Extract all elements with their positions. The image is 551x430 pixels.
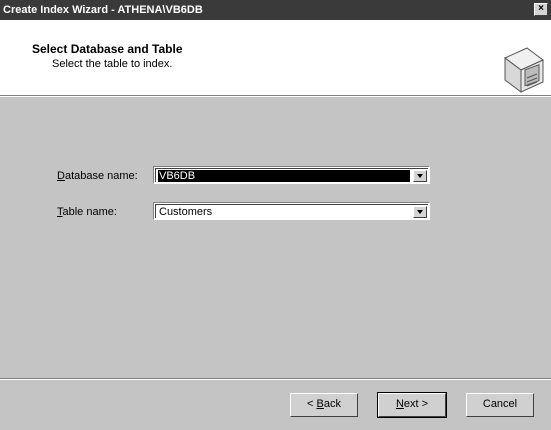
database-name-field[interactable]: VB6DB [155, 168, 428, 182]
chevron-down-icon[interactable] [413, 170, 427, 182]
chevron-down-icon[interactable] [413, 206, 427, 218]
wizard-header: Select Database and Table Select the tab… [0, 20, 551, 96]
wizard-window: Create Index Wizard - ATHENA\VB6DB × Sel… [0, 0, 551, 430]
table-name-label: Table name: [57, 206, 117, 218]
close-icon: × [538, 3, 544, 14]
footer-divider [0, 378, 551, 380]
database-name-value: VB6DB [158, 170, 410, 182]
table-name-value: Customers [159, 206, 213, 218]
back-button[interactable]: < Back [290, 393, 358, 417]
next-button[interactable]: Next > [377, 392, 447, 418]
database-name-label: Database name: [57, 170, 138, 182]
title-bar[interactable]: Create Index Wizard - ATHENA\VB6DB × [0, 0, 551, 20]
table-name-field[interactable]: Customers [155, 204, 428, 218]
step-title: Select Database and Table [32, 42, 183, 56]
window-title: Create Index Wizard - ATHENA\VB6DB [3, 4, 203, 16]
wizard-disk-icon [504, 47, 544, 93]
header-divider [0, 96, 551, 97]
cancel-button[interactable]: Cancel [466, 393, 534, 417]
table-name-combo[interactable]: Customers [153, 202, 430, 220]
step-subtitle: Select the table to index. [52, 58, 173, 70]
close-button[interactable]: × [534, 3, 548, 16]
database-name-combo[interactable]: VB6DB [153, 166, 430, 184]
